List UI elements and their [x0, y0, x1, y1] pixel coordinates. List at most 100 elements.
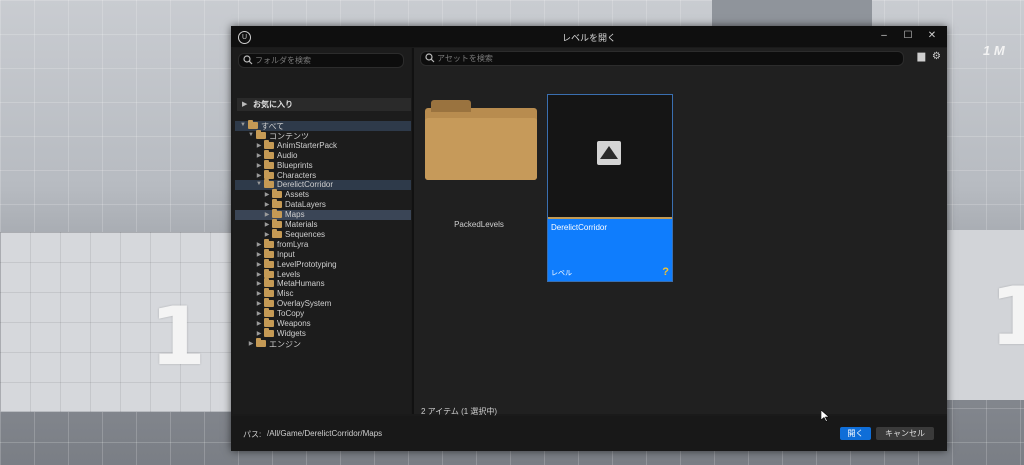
expand-arrow-icon[interactable]: ▶ — [255, 172, 263, 179]
folder-icon — [264, 278, 274, 288]
favorites-label: お気に入り — [253, 100, 293, 109]
tree-item-label: Misc — [277, 289, 294, 299]
cancel-button[interactable]: キャンセル — [876, 427, 934, 440]
folder-icon — [264, 248, 274, 258]
tree-item-label: OverlaySystem — [277, 299, 332, 309]
tree-item[interactable]: ▶ Maps — [235, 209, 411, 221]
folder-icon — [264, 298, 274, 308]
tree-item[interactable]: ▶ Materials — [235, 219, 411, 230]
folder-icon — [264, 258, 274, 268]
tree-item[interactable]: ▼ すべて — [235, 120, 411, 131]
mouse-cursor-icon — [821, 410, 829, 422]
asset-tile-level[interactable]: DerelictCorridor レベル ? — [547, 94, 673, 282]
collapse-arrow-icon[interactable]: ▼ — [247, 132, 255, 138]
marker-number-left: 1 — [150, 290, 206, 383]
expand-arrow-icon[interactable]: ▶ — [255, 290, 263, 297]
tree-item[interactable]: ▶ ToCopy — [235, 308, 411, 319]
expand-arrow-icon[interactable]: ▶ — [255, 300, 263, 307]
unknown-status-icon: ? — [662, 266, 669, 278]
folder-icon — [264, 268, 274, 278]
settings-gear-icon[interactable]: ⚙ — [932, 51, 941, 62]
tree-item[interactable]: ▶ MetaHumans — [235, 278, 411, 289]
collapse-arrow-icon[interactable]: ▼ — [239, 122, 247, 128]
tree-item-label: Maps — [285, 210, 305, 220]
minimize-button[interactable]: – — [875, 29, 893, 43]
tree-item[interactable]: ▶ OverlaySystem — [235, 298, 411, 309]
tree-item-label: Weapons — [277, 319, 311, 328]
folder-icon — [264, 149, 274, 159]
expand-arrow-icon[interactable]: ▶ — [263, 211, 271, 218]
tree-item[interactable]: ▶ Levels — [235, 268, 411, 280]
expand-arrow-icon[interactable]: ▶ — [263, 221, 271, 228]
expand-arrow-icon[interactable]: ▶ — [263, 191, 271, 198]
expand-arrow-icon[interactable]: ▶ — [255, 271, 263, 278]
tree-item[interactable]: ▶ Widgets — [235, 327, 411, 339]
expand-arrow-icon[interactable]: ▶ — [255, 320, 263, 327]
expand-arrow-icon[interactable]: ▶ — [255, 241, 263, 248]
path-bar: パス: /All/Game/DerelictCorridor/Maps 開く キ… — [231, 416, 947, 451]
folder-icon — [264, 169, 274, 179]
folder-icon — [256, 129, 266, 139]
tree-item-label: Characters — [277, 170, 317, 180]
tree-item[interactable]: ▼ DerelictCorridor — [235, 179, 411, 191]
tree-item[interactable]: ▶ Audio — [235, 149, 411, 161]
close-button[interactable]: ✕ — [923, 29, 941, 43]
title-bar[interactable]: U レベルを開く – ☐ ✕ — [231, 26, 947, 47]
asset-tile-folder[interactable]: PackedLevels — [421, 94, 537, 234]
tree-item[interactable]: ▶ Blueprints — [235, 159, 411, 171]
tree-item[interactable]: ▶ AnimStarterPack — [235, 139, 411, 151]
tree-item-label: ToCopy — [277, 309, 305, 319]
tree-item-label: Widgets — [277, 328, 306, 338]
folder-search-placeholder: フォルダを検索 — [255, 56, 311, 65]
tree-item[interactable]: ▶ Assets — [235, 189, 411, 200]
open-button[interactable]: 開く — [840, 427, 871, 440]
maximize-button[interactable]: ☐ — [899, 29, 917, 43]
expand-arrow-icon: ▶ — [242, 101, 248, 108]
folder-icon — [264, 159, 274, 169]
tree-item[interactable]: ▼ コンテンツ — [235, 129, 411, 141]
expand-arrow-icon[interactable]: ▶ — [255, 280, 263, 287]
asset-search-placeholder: アセットを検索 — [437, 54, 493, 63]
tree-item[interactable]: ▶ LevelPrototyping — [235, 258, 411, 270]
folder-icon — [272, 189, 282, 199]
expand-arrow-icon[interactable]: ▶ — [255, 330, 263, 337]
asset-name: DerelictCorridor — [551, 223, 608, 232]
tree-item[interactable]: ▶ Characters — [235, 169, 411, 181]
expand-arrow-icon[interactable]: ▶ — [255, 152, 263, 159]
folder-icon — [264, 288, 274, 298]
level-icon — [597, 141, 621, 165]
asset-search-input[interactable]: アセットを検索 — [420, 51, 904, 66]
tree-item[interactable]: ▶ Input — [235, 248, 411, 260]
tree-item[interactable]: ▶ DataLayers — [235, 199, 411, 210]
folder-search-input[interactable]: フォルダを検索 — [238, 53, 404, 68]
tree-item[interactable]: ▶ Weapons — [235, 318, 411, 329]
expand-arrow-icon[interactable]: ▶ — [255, 142, 263, 149]
tree-item-label: Blueprints — [277, 160, 313, 170]
dialog-title: レベルを開く — [561, 33, 616, 43]
tree-item[interactable]: ▶ エンジン — [235, 337, 411, 349]
search-icon — [425, 53, 435, 63]
tree-item-label: DataLayers — [285, 200, 326, 210]
folder-view-icon[interactable]: ▆ — [918, 51, 926, 62]
folder-icon — [264, 139, 274, 149]
expand-arrow-icon[interactable]: ▶ — [263, 201, 271, 208]
folder-icon — [264, 327, 274, 337]
tree-item[interactable]: ▶ Misc — [235, 288, 411, 299]
expand-arrow-icon[interactable]: ▶ — [263, 231, 271, 238]
expand-arrow-icon[interactable]: ▶ — [255, 261, 263, 268]
folder-icon — [272, 209, 282, 219]
asset-view-panel: アセットを検索 ▆ ⚙ PackedLevels DerelictCorrido… — [414, 48, 947, 416]
expand-arrow-icon[interactable]: ▶ — [255, 162, 263, 169]
expand-arrow-icon[interactable]: ▶ — [255, 251, 263, 258]
path-label: パス: — [243, 430, 262, 439]
folder-icon — [272, 228, 282, 238]
expand-arrow-icon[interactable]: ▶ — [247, 340, 255, 347]
asset-type-label: レベル — [551, 270, 572, 277]
collapse-arrow-icon[interactable]: ▼ — [255, 181, 263, 187]
favorites-section[interactable]: ▶ お気に入り — [237, 98, 411, 111]
folder-icon — [248, 120, 258, 129]
tree-item[interactable]: ▶ fromLyra — [235, 238, 411, 250]
expand-arrow-icon[interactable]: ▶ — [255, 310, 263, 317]
tree-item[interactable]: ▶ Sequences — [235, 228, 411, 240]
tree-item-label: fromLyra — [277, 239, 309, 249]
